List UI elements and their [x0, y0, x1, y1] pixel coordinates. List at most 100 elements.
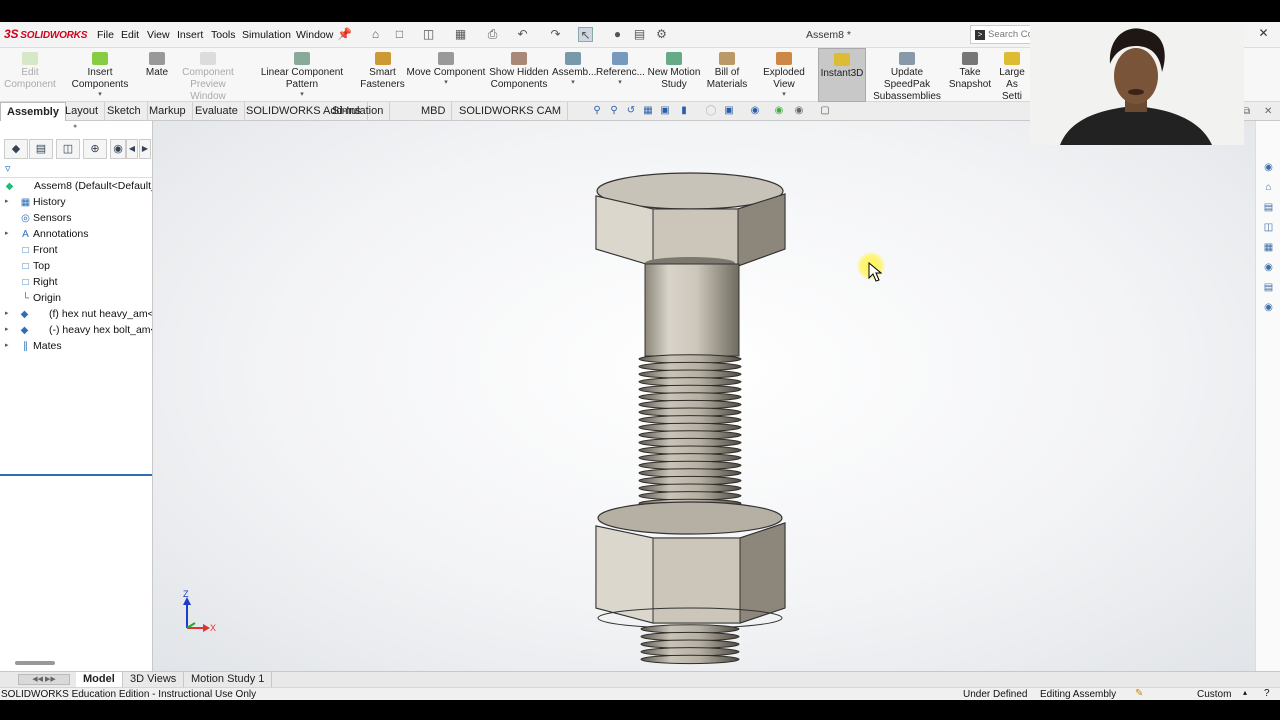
large-assembly-settings-button[interactable]: Large As Setti: [994, 48, 1030, 102]
tree-rollback-bar[interactable]: [0, 474, 152, 476]
take-snapshot-button[interactable]: Take Snapshot: [948, 48, 992, 102]
view-settings-icon[interactable]: ◉: [792, 104, 806, 117]
menu-file[interactable]: File: [97, 29, 114, 41]
tab-scroll-arrows-icon[interactable]: ◀◀ ▶▶: [18, 674, 70, 685]
edit-appearance-icon[interactable]: ◉: [748, 104, 762, 117]
exploded-view-button[interactable]: Exploded View ▾: [752, 48, 816, 102]
close-icon[interactable]: ✕: [1256, 26, 1271, 41]
save-icon[interactable]: ▦: [453, 27, 468, 42]
tree-item-mates[interactable]: ▸ ∥ Mates: [0, 339, 152, 355]
traffic-light-icon[interactable]: ●: [610, 27, 625, 42]
reference-geometry-button[interactable]: Referenc... ▾: [596, 48, 645, 102]
smart-fasteners-button[interactable]: Smart Fasteners: [360, 48, 405, 102]
tree-item-origin[interactable]: └ Origin: [0, 291, 152, 307]
menu-edit[interactable]: Edit: [121, 29, 139, 41]
move-component-button[interactable]: Move Component ▾: [406, 48, 486, 102]
tab-layout[interactable]: Layout: [59, 102, 106, 121]
home-icon[interactable]: ⌂: [368, 27, 383, 42]
hex-nut[interactable]: [595, 501, 786, 629]
dimxpert-tab-icon[interactable]: ⊕: [83, 139, 107, 159]
tab-motion-study-1[interactable]: Motion Study 1: [184, 672, 273, 687]
menu-insert[interactable]: Insert: [177, 29, 203, 41]
solidworks-resources-icon[interactable]: ◉: [1261, 160, 1276, 175]
print-icon[interactable]: ⎙: [485, 27, 500, 42]
panel-grip-icon[interactable]: ●: [73, 123, 77, 130]
custom-properties-icon[interactable]: ▤: [1261, 280, 1276, 295]
file-properties-icon[interactable]: ▤: [632, 27, 647, 42]
panel-horizontal-scrollbar[interactable]: [15, 661, 55, 665]
open-folder-icon[interactable]: ◫: [421, 27, 436, 42]
hide-show-items-icon[interactable]: ▣: [722, 104, 736, 117]
tab-assembly[interactable]: Assembly: [0, 102, 66, 121]
view-palette-icon[interactable]: ▦: [1261, 240, 1276, 255]
expand-arrow-icon[interactable]: ▸: [5, 229, 9, 237]
tab-model[interactable]: Model: [76, 672, 123, 687]
update-speedpak-button[interactable]: Update SpeedPak Subassemblies: [868, 48, 946, 102]
close-document-icon[interactable]: ✕: [1264, 106, 1272, 117]
menu-tools[interactable]: Tools: [211, 29, 236, 41]
solidworks-logo[interactable]: 3S SOLIDWORKS: [4, 27, 87, 41]
tab-mbd[interactable]: MBD: [415, 102, 453, 121]
zoom-to-fit-icon[interactable]: ⚲: [590, 104, 604, 117]
expand-arrow-icon[interactable]: ▸: [5, 325, 9, 333]
expand-arrow-icon[interactable]: ▸: [5, 309, 9, 317]
view-orientation-icon[interactable]: ▮: [677, 104, 691, 117]
bolt-shank[interactable]: [644, 263, 740, 357]
configurationmanager-tab-icon[interactable]: ◫: [56, 139, 80, 159]
dynamic-annotation-icon[interactable]: ▣: [658, 104, 672, 117]
appearances-icon[interactable]: ◉: [1261, 260, 1276, 275]
tab-sketch[interactable]: Sketch: [101, 102, 148, 121]
expand-arrow-icon[interactable]: ▸: [5, 341, 9, 349]
tab-scroll-left-icon[interactable]: ◀: [126, 139, 138, 159]
solidworks-forum-icon[interactable]: ◉: [1261, 300, 1276, 315]
linear-pattern-button[interactable]: Linear Component Pattern ▾: [245, 48, 359, 102]
new-document-icon[interactable]: □: [392, 27, 407, 42]
units-dropdown-icon[interactable]: ▴: [1243, 688, 1247, 697]
pin-icon[interactable]: 📌: [337, 27, 352, 42]
select-icon[interactable]: ↖: [578, 27, 593, 42]
tree-item-sensors[interactable]: ◎ Sensors: [0, 211, 152, 227]
help-icon[interactable]: ?: [1264, 688, 1270, 699]
section-view-icon[interactable]: ▦: [641, 104, 655, 117]
featuremanager-tab-icon[interactable]: ◆: [4, 139, 28, 159]
bolt-nut-model[interactable]: Z X: [153, 121, 1255, 671]
home-icon[interactable]: ⌂: [1261, 180, 1276, 195]
propertymanager-tab-icon[interactable]: ▤: [29, 139, 53, 159]
tab-3d-views[interactable]: 3D Views: [123, 672, 185, 687]
assembly-features-button[interactable]: Assemb... ▾: [552, 48, 596, 102]
previous-view-icon[interactable]: ↺: [624, 104, 638, 117]
edit-component-button[interactable]: Edit Component: [2, 48, 58, 102]
bolt-head[interactable]: [595, 172, 786, 269]
bolt-threads-lower[interactable]: [640, 624, 740, 665]
redo-icon[interactable]: ↷: [548, 27, 563, 42]
tree-item-f-hex-nut-heavy-am-1[interactable]: ▸ ◆ (f) hex nut heavy_am<1: [0, 307, 152, 323]
bolt-threads[interactable]: [638, 354, 742, 516]
component-preview-button[interactable]: Component Preview Window: [172, 48, 244, 102]
file-explorer-icon[interactable]: ◫: [1261, 220, 1276, 235]
tree-item-front[interactable]: □ Front: [0, 243, 152, 259]
menu-window[interactable]: Window: [296, 29, 333, 41]
menu-simulation[interactable]: Simulation: [242, 29, 291, 41]
tab-solidworks-cam[interactable]: SOLIDWORKS CAM: [453, 102, 569, 121]
design-library-icon[interactable]: ▤: [1261, 200, 1276, 215]
tab-scroll-right-icon[interactable]: ▶: [139, 139, 151, 159]
apply-scene-icon[interactable]: ◉: [772, 104, 786, 117]
mate-button[interactable]: Mate: [142, 48, 172, 102]
bill-of-materials-button[interactable]: Bill of Materials: [704, 48, 750, 102]
zoom-to-area-icon[interactable]: ⚲: [607, 104, 621, 117]
graphics-area[interactable]: Z X: [153, 121, 1255, 671]
tab-markup[interactable]: Markup: [143, 102, 193, 121]
search-input[interactable]: > Search Co: [970, 25, 1032, 44]
tab-evaluate[interactable]: Evaluate: [189, 102, 245, 121]
instant3d-button[interactable]: Instant3D: [818, 48, 866, 102]
gear-icon[interactable]: ⚙: [654, 27, 669, 42]
tree-root-assembly[interactable]: ◆ Assem8 (Default<Default_: [0, 179, 152, 195]
monitor-icon[interactable]: ▢: [818, 104, 832, 117]
tree-item-history[interactable]: ▸ ▦ History: [0, 195, 152, 211]
undo-icon[interactable]: ↶: [515, 27, 530, 42]
expand-arrow-icon[interactable]: ▸: [5, 197, 9, 205]
tree-item-top[interactable]: □ Top: [0, 259, 152, 275]
rebuild-icon[interactable]: ✎: [1135, 688, 1143, 699]
insert-components-button[interactable]: Insert Components ▾: [58, 48, 142, 102]
display-manager-tab-icon[interactable]: ◉: [110, 139, 126, 159]
